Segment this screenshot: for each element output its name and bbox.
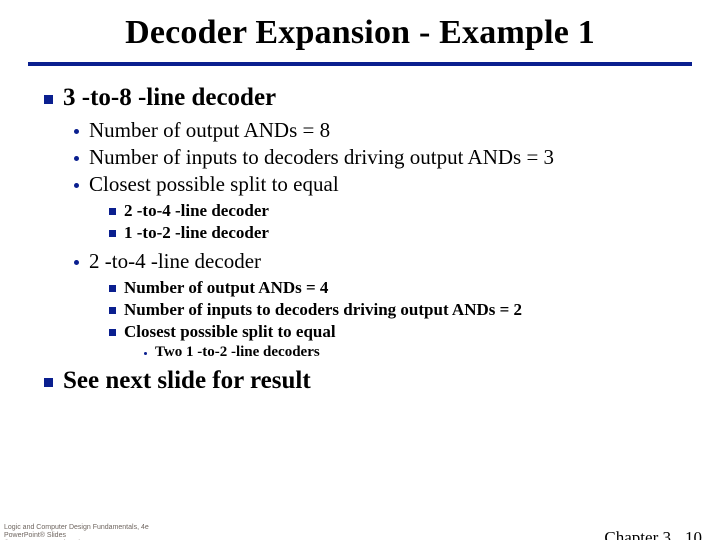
bullet-closest-split-2: Closest possible split to equal xyxy=(109,322,720,342)
page-number: 10 xyxy=(685,528,702,540)
slide-title: Decoder Expansion - Example 1 xyxy=(0,14,720,52)
footer-line: Logic and Computer Design Fundamentals, … xyxy=(4,524,149,532)
bullet-text: Closest possible split to equal xyxy=(124,322,336,342)
dot-bullet-icon xyxy=(74,260,79,265)
chapter-label: Chapter 3 xyxy=(604,528,671,540)
bullet-2to4-decoder-detail: 2 -to-4 -line decoder xyxy=(74,249,720,274)
footer-line: PowerPoint® Slides xyxy=(4,532,149,540)
bullet-text: Number of inputs to decoders driving out… xyxy=(89,145,554,170)
square-bullet-icon xyxy=(109,329,116,336)
level2-list: Number of output ANDs = 8 Number of inpu… xyxy=(74,118,720,361)
dot-bullet-icon xyxy=(74,129,79,134)
bullet-output-ands-4: Number of output ANDs = 4 xyxy=(109,278,720,298)
square-bullet-icon xyxy=(109,307,116,314)
level3-list: 2 -to-4 -line decoder 1 -to-2 -line deco… xyxy=(109,201,720,243)
dot-bullet-icon xyxy=(74,183,79,188)
bullet-text: See next slide for result xyxy=(63,367,311,395)
bullet-closest-split: Closest possible split to equal xyxy=(74,172,720,197)
bullet-text: 3 -to-8 -line decoder xyxy=(63,84,276,112)
square-bullet-icon xyxy=(109,285,116,292)
bullet-text: 2 -to-4 -line decoder xyxy=(89,249,261,274)
footer-copyright: Logic and Computer Design Fundamentals, … xyxy=(4,524,149,540)
bullet-text: Number of output ANDs = 8 xyxy=(89,118,330,143)
bullet-text: 1 -to-2 -line decoder xyxy=(124,223,269,243)
bullet-text: Number of inputs to decoders driving out… xyxy=(124,300,522,320)
bullet-2to4-decoder: 2 -to-4 -line decoder xyxy=(109,201,720,221)
bullet-inputs-3: Number of inputs to decoders driving out… xyxy=(74,145,720,170)
bullet-3to8-decoder: 3 -to-8 -line decoder xyxy=(44,84,720,112)
title-underline xyxy=(28,62,692,66)
bullet-text: Two 1 -to-2 -line decoders xyxy=(155,344,320,361)
bullet-output-ands-8: Number of output ANDs = 8 xyxy=(74,118,720,143)
dot-bullet-icon xyxy=(144,352,147,355)
bullet-1to2-decoder: 1 -to-2 -line decoder xyxy=(109,223,720,243)
level4-list: Two 1 -to-2 -line decoders xyxy=(144,344,720,361)
square-bullet-icon xyxy=(109,230,116,237)
bullet-text: 2 -to-4 -line decoder xyxy=(124,201,269,221)
square-bullet-icon xyxy=(44,378,53,387)
content-area: 3 -to-8 -line decoder Number of output A… xyxy=(44,84,720,395)
footer-page-info: Chapter 3 10 xyxy=(604,528,702,540)
dot-bullet-icon xyxy=(74,156,79,161)
bullet-see-next-slide: See next slide for result xyxy=(44,367,720,395)
bullet-two-1to2-decoders: Two 1 -to-2 -line decoders xyxy=(144,344,720,361)
slide: Decoder Expansion - Example 1 3 -to-8 -l… xyxy=(0,14,720,540)
level3-list: Number of output ANDs = 4 Number of inpu… xyxy=(109,278,720,361)
bullet-text: Number of output ANDs = 4 xyxy=(124,278,328,298)
level1-list: 3 -to-8 -line decoder Number of output A… xyxy=(44,84,720,395)
bullet-inputs-2: Number of inputs to decoders driving out… xyxy=(109,300,720,320)
square-bullet-icon xyxy=(44,95,53,104)
bullet-text: Closest possible split to equal xyxy=(89,172,339,197)
square-bullet-icon xyxy=(109,208,116,215)
